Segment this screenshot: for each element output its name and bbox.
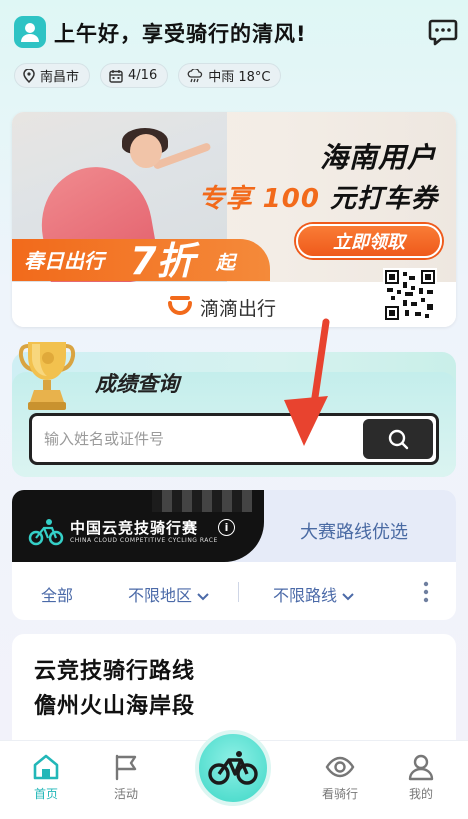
tab-watch-riding-label: 看骑行	[321, 787, 358, 801]
filter-route-label: 不限路线	[273, 586, 338, 605]
info-icon[interactable]: i	[218, 519, 235, 536]
qr-code-icon	[385, 270, 435, 320]
filter-region-label: 不限地区	[128, 586, 193, 605]
bicycle-icon	[208, 751, 258, 785]
message-button[interactable]	[428, 18, 458, 46]
didi-brand-name: 滴滴出行	[200, 297, 277, 320]
home-icon	[33, 754, 59, 780]
race-card: 中国云竞技骑行赛 CHINA CLOUD COMPETITIVE CYCLING…	[12, 490, 456, 620]
search-button[interactable]	[363, 419, 433, 459]
person-icon	[408, 754, 434, 781]
filter-all[interactable]: 全部	[41, 582, 73, 606]
date-chip: 4/16	[100, 63, 169, 88]
filter-bar: 全部 不限地区 不限路线	[12, 570, 456, 612]
rain-cloud-icon	[187, 68, 203, 82]
tab-home[interactable]: 首页	[16, 753, 76, 802]
flag-icon	[115, 754, 137, 781]
promo-banner[interactable]: 海南用户 专享 100 元打车券 春日出行 7折 起 立即领取 滴滴出行	[12, 112, 456, 327]
trophy-icon	[18, 338, 76, 414]
red-arrow-icon	[284, 318, 330, 446]
chat-bubble-icon	[428, 19, 458, 46]
banner-title-line2: 专享 100 元打车券	[199, 178, 438, 215]
location-label: 南昌市	[40, 70, 80, 85]
didi-logo-icon	[168, 296, 192, 315]
tab-mine[interactable]: 我的	[391, 753, 451, 802]
filter-region[interactable]: 不限地区	[128, 582, 209, 606]
filter-route[interactable]: 不限路线	[273, 582, 354, 606]
banner-spring-text: 春日出行	[24, 249, 104, 273]
user-icon	[21, 23, 39, 42]
route-title-line1: 云竞技骑行路线	[34, 659, 196, 684]
more-options-icon[interactable]	[422, 580, 430, 604]
score-query-title: 成绩查询	[95, 372, 179, 396]
tab-watch-riding[interactable]: 看骑行	[310, 753, 370, 802]
chevron-down-icon	[342, 593, 354, 601]
header: 上午好，享受骑行的清风! 南昌市 4/16 中雨 18°C	[0, 0, 468, 100]
checkered-pattern	[152, 490, 252, 512]
banner-discount-suffix: 起	[216, 252, 236, 274]
banner-title-exclusive: 专享	[198, 184, 253, 214]
greeting-text: 上午好，享受骑行的清风!	[54, 22, 307, 46]
route-title-line2: 儋州火山海岸段	[34, 694, 196, 719]
chevron-down-icon	[197, 593, 209, 601]
start-ride-button[interactable]	[195, 730, 271, 806]
tab-activity-label: 活动	[113, 787, 138, 801]
eye-icon	[325, 756, 355, 778]
date-label: 4/16	[128, 68, 158, 83]
route-optimization-tab[interactable]: 大赛路线优选	[300, 518, 408, 544]
tab-activity[interactable]: 活动	[96, 753, 156, 802]
tab-mine-label: 我的	[408, 787, 433, 801]
weather-chip: 中雨 18°C	[178, 63, 282, 88]
banner-title-amount: 100	[262, 184, 320, 214]
avatar[interactable]	[14, 16, 46, 48]
qr-code	[383, 268, 437, 322]
home-indicator	[0, 812, 468, 819]
cyclist-logo-icon	[28, 519, 64, 546]
race-name-en: CHINA CLOUD COMPETITIVE CYCLING RACE	[70, 537, 218, 544]
tab-home-label: 首页	[33, 787, 58, 801]
race-banner: 中国云竞技骑行赛 CHINA CLOUD COMPETITIVE CYCLING…	[12, 490, 264, 562]
filter-divider	[238, 582, 239, 602]
photo-head	[130, 134, 162, 168]
search-icon	[388, 429, 409, 450]
weather-label: 中雨 18°C	[208, 70, 271, 85]
calendar-icon	[109, 69, 123, 83]
location-chip[interactable]: 南昌市	[14, 63, 91, 88]
didi-brand: 滴滴出行	[166, 293, 276, 321]
route-title: 云竞技骑行路线 儋州火山海岸段	[34, 654, 195, 724]
claim-coupon-button[interactable]: 立即领取	[296, 224, 442, 258]
location-icon	[23, 68, 35, 83]
banner-title-line1: 海南用户	[319, 141, 436, 174]
info-chips: 南昌市 4/16 中雨 18°C	[14, 63, 282, 88]
banner-discount: 7折	[130, 239, 195, 283]
banner-title-coupon: 元打车券	[329, 184, 438, 214]
race-name: 中国云竞技骑行赛	[70, 519, 199, 537]
score-search-box	[29, 413, 439, 465]
